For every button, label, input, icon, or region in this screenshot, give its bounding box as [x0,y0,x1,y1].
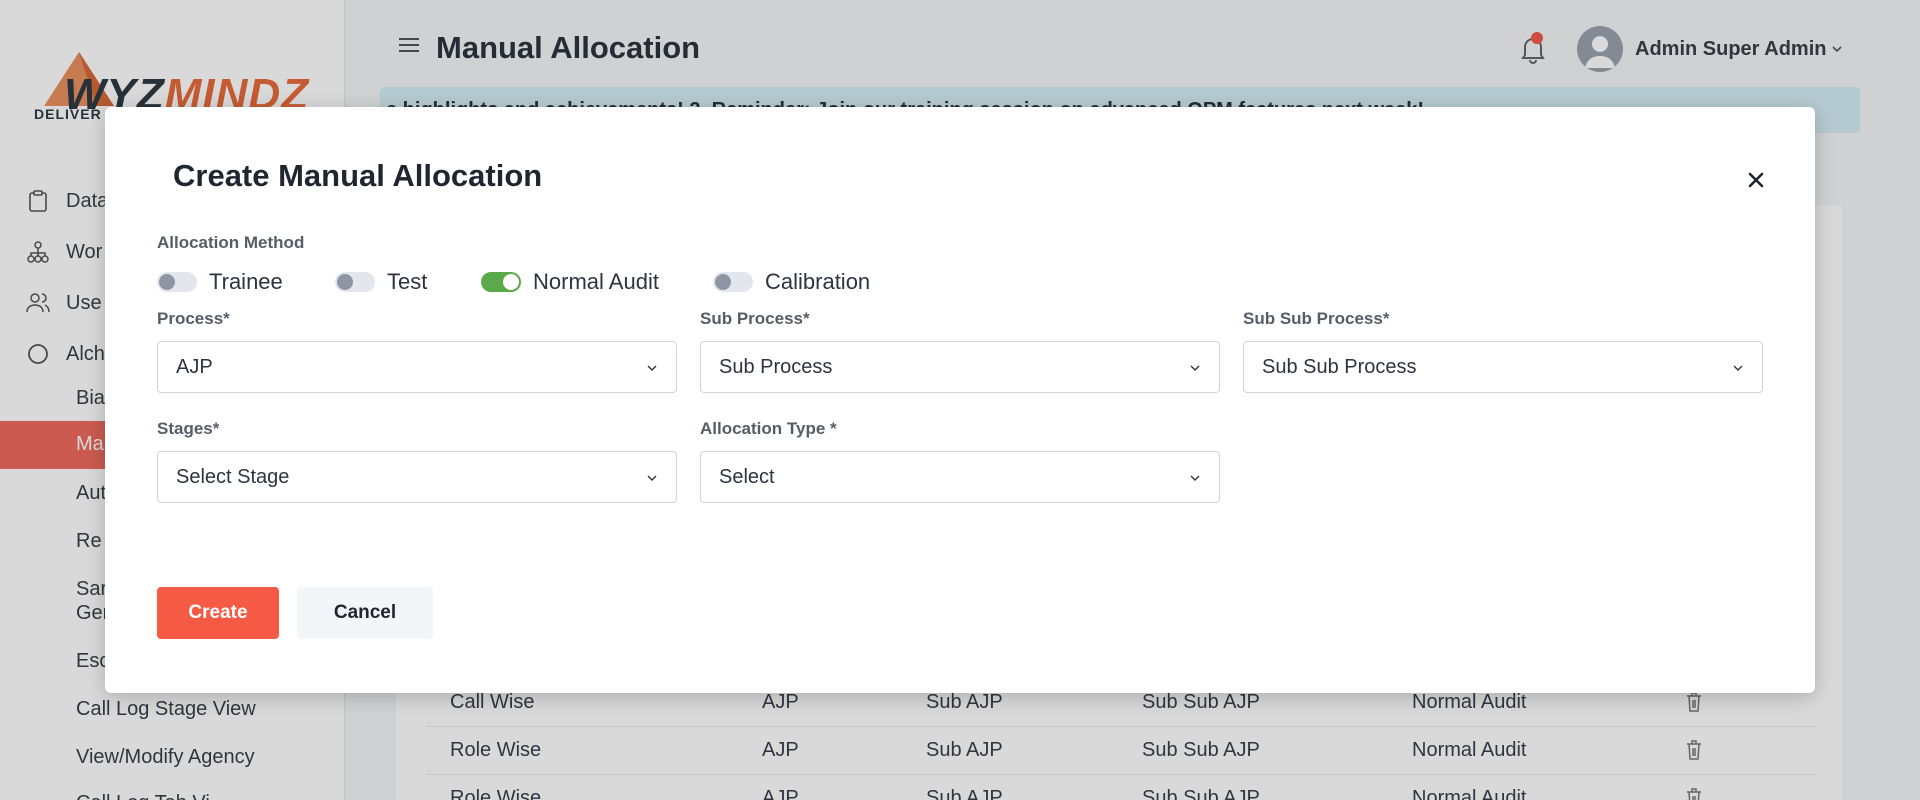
toggle-switch[interactable] [481,272,521,292]
toggle-label: Calibration [765,269,871,294]
close-icon[interactable] [1741,165,1771,195]
sub-sub-process-label: Sub Sub Process* [1243,309,1390,328]
toggle-label: Trainee [209,269,283,294]
toggle-switch[interactable] [713,272,753,292]
modal-title: Create Manual Allocation [173,158,543,193]
stages-value: Select Stage [176,466,290,488]
toggle-trainee[interactable]: Trainee [157,266,283,298]
stages-label: Stages* [157,419,220,438]
process-label: Process* [157,309,230,328]
chevron-down-icon [647,475,657,481]
cancel-button[interactable]: Cancel [297,587,433,639]
allocation-type-value: Select [719,466,775,488]
toggle-test[interactable]: Test [335,266,427,298]
allocation-type-label: Allocation Type * [700,419,837,438]
allocation-type-select[interactable]: Select [700,451,1220,503]
toggle-label: Test [387,269,428,294]
process-select[interactable]: AJP [157,341,677,393]
stages-select[interactable]: Select Stage [157,451,677,503]
sub-process-value: Sub Process [719,356,833,378]
sub-sub-process-value: Sub Sub Process [1262,356,1417,378]
sub-process-select[interactable]: Sub Process [700,341,1220,393]
toggle-label: Normal Audit [533,269,659,294]
process-value: AJP [176,356,213,378]
chevron-down-icon [1733,365,1743,371]
toggle-calibration[interactable]: Calibration [713,266,870,298]
chevron-down-icon [647,365,657,371]
sub-sub-process-select[interactable]: Sub Sub Process [1243,341,1763,393]
toggle-normal-audit[interactable]: Normal Audit [481,266,659,298]
chevron-down-icon [1190,475,1200,481]
toggle-switch[interactable] [157,272,197,292]
chevron-down-icon [1190,365,1200,371]
allocation-method-label: Allocation Method [157,233,305,252]
create-button[interactable]: Create [157,587,279,639]
create-allocation-modal: Create Manual Allocation Allocation Meth… [105,107,1815,693]
sub-process-label: Sub Process* [700,309,810,328]
toggle-switch[interactable] [335,272,375,292]
